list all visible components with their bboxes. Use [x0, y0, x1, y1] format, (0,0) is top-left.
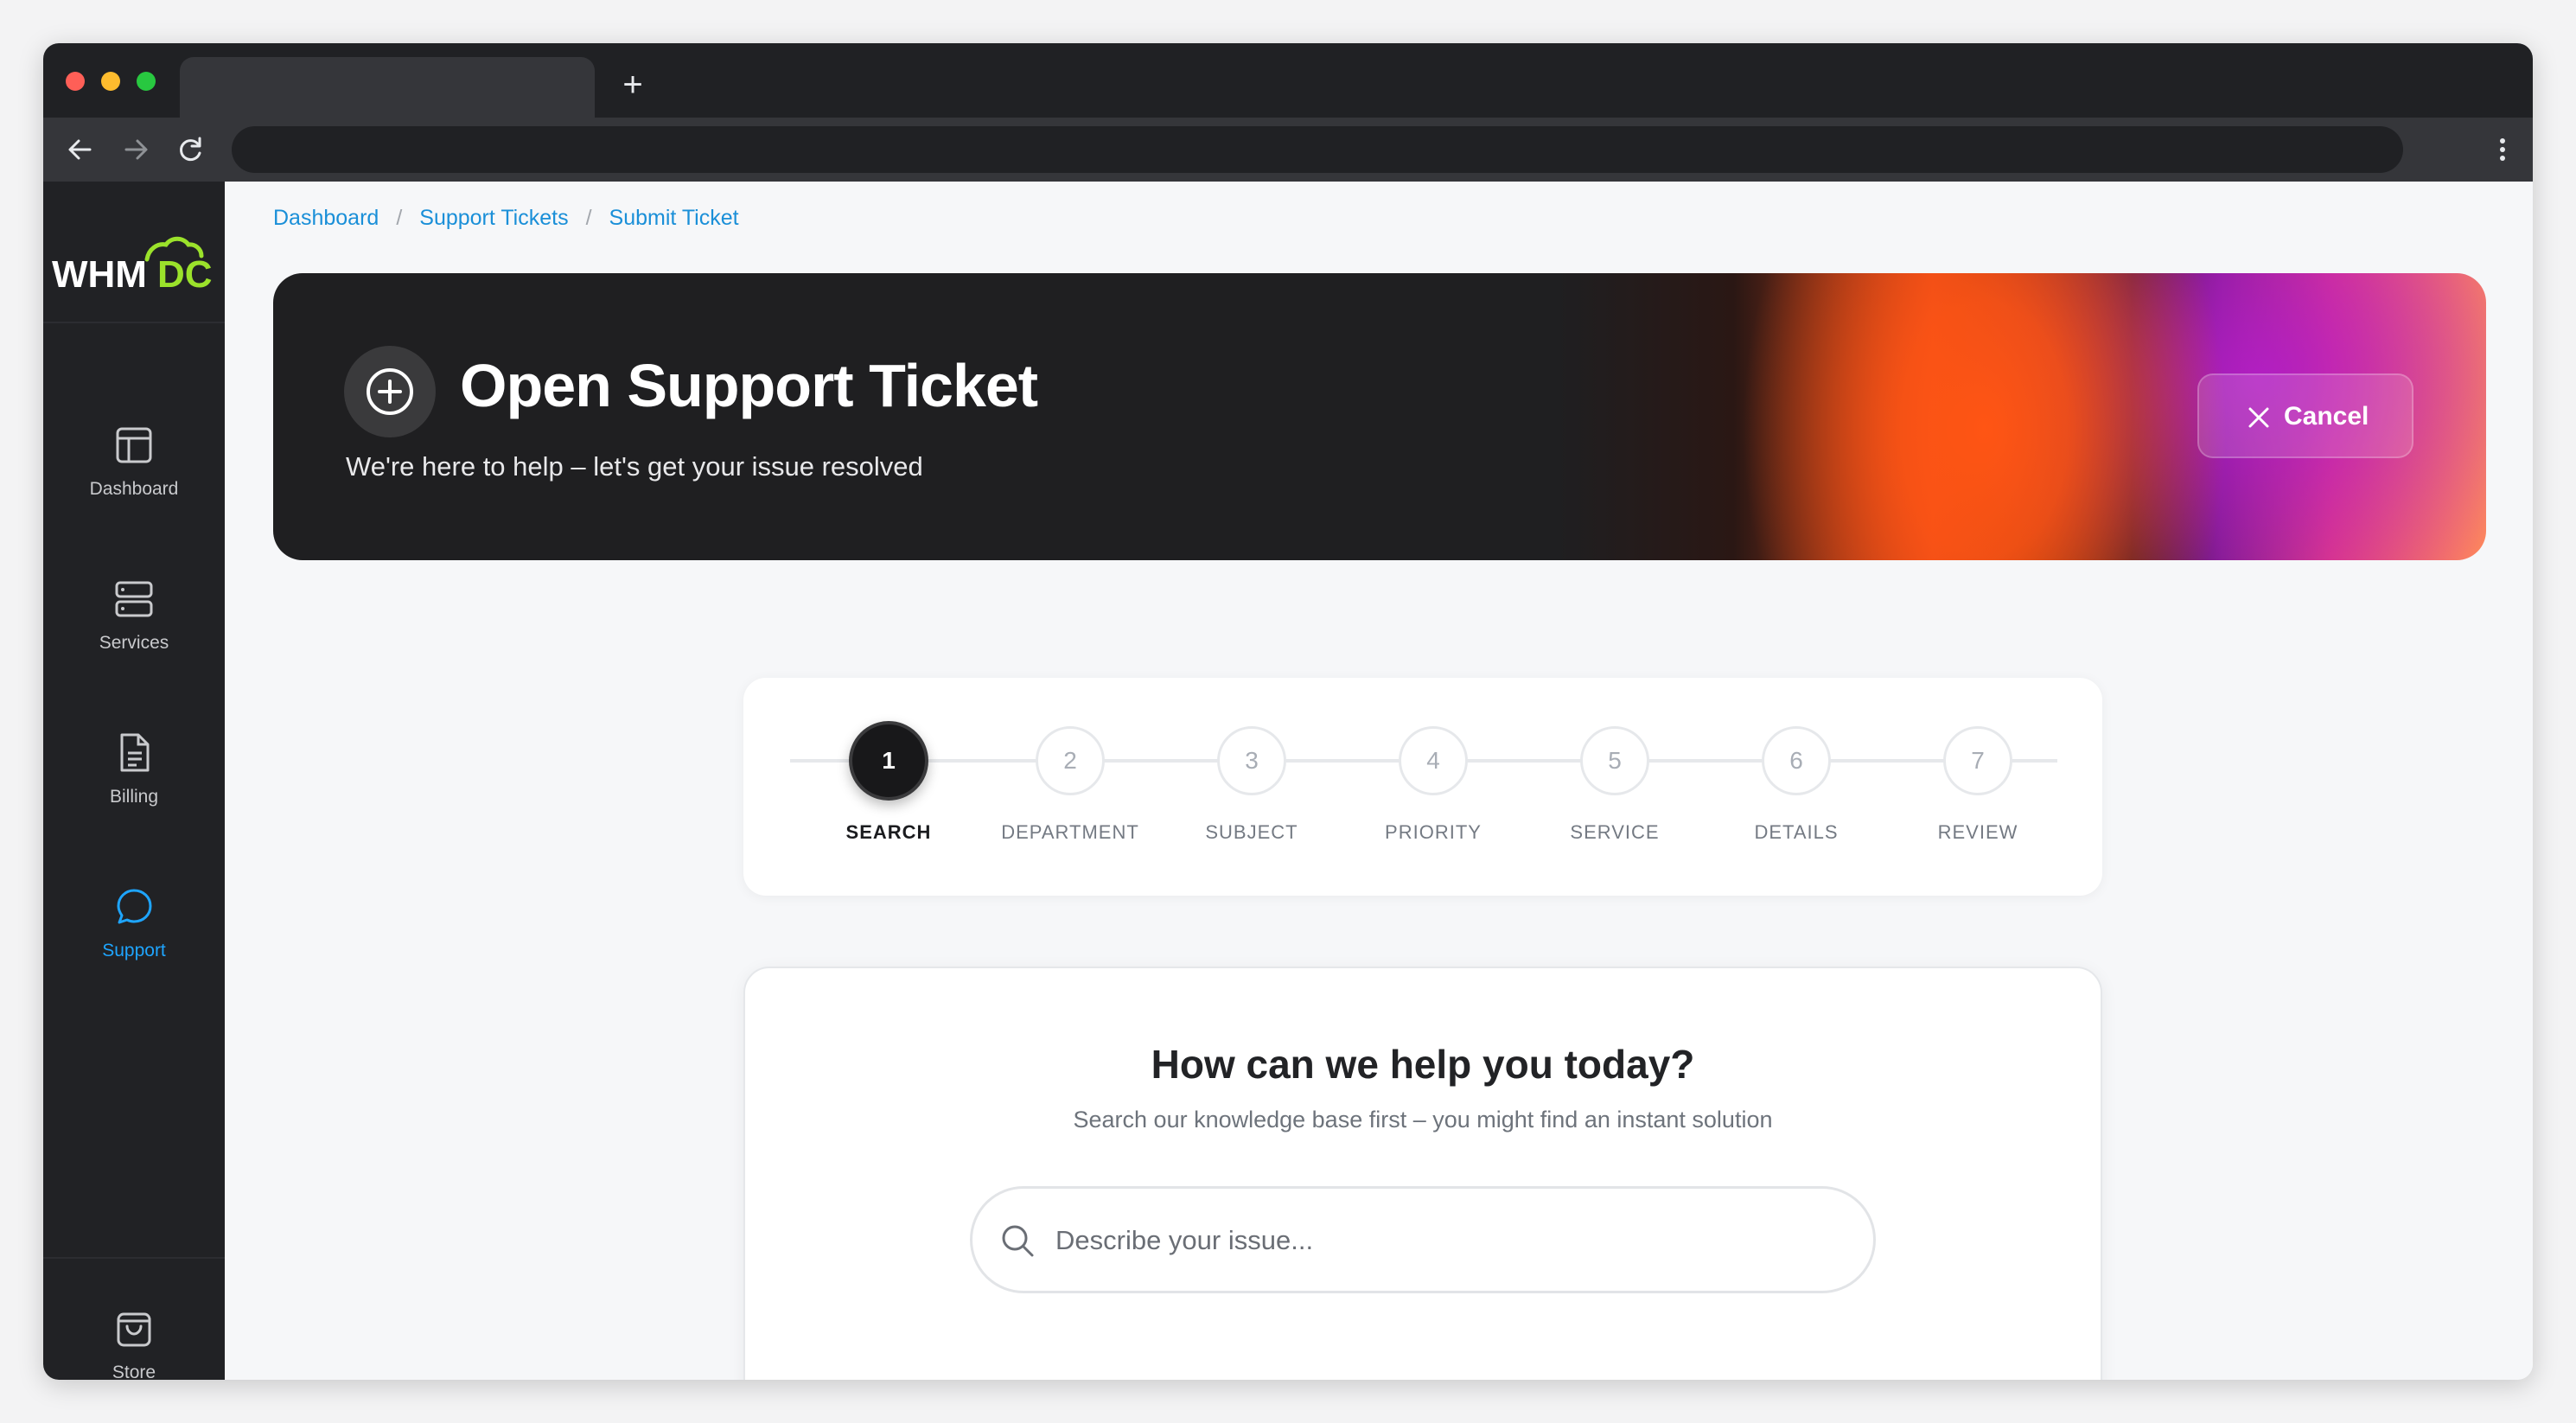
step-subject[interactable]: 3 SUBJECT: [1165, 678, 1338, 896]
sidebar-item-services[interactable]: Services: [43, 577, 225, 707]
logo-text-white: WHM: [52, 253, 147, 296]
ticket-stepper: 1 SEARCH 2 DEPARTMENT 3 SUBJECT 4 PRIORI…: [743, 678, 2102, 896]
step-label: REVIEW: [1937, 821, 2018, 843]
breadcrumb-current-submit-ticket[interactable]: Submit Ticket: [609, 206, 739, 231]
sidebar-item-dashboard[interactable]: Dashboard: [43, 424, 225, 553]
search-icon: [1002, 1225, 1034, 1257]
close-icon: [2248, 407, 2269, 428]
page-title: Open Support Ticket: [460, 352, 1038, 419]
step-search[interactable]: 1 SEARCH: [802, 678, 975, 896]
browser-tab[interactable]: [180, 57, 595, 118]
step-label: SUBJECT: [1205, 821, 1298, 843]
search-card: How can we help you today? Search our kn…: [743, 967, 2102, 1380]
main-content: Dashboard / Support Tickets / Submit Ticket …: [225, 182, 2533, 1380]
step-label: SERVICE: [1570, 821, 1660, 843]
sidebar-divider: [43, 322, 225, 323]
whmdc-logo[interactable]: WHM DC: [50, 230, 220, 299]
document-icon: [112, 731, 156, 775]
browser-toolbar: [43, 118, 2533, 182]
plus-icon[interactable]: +: [614, 66, 652, 104]
chat-bubble-icon: [112, 885, 156, 928]
sidebar-item-billing[interactable]: Billing: [43, 731, 225, 861]
breadcrumb-link-support-tickets[interactable]: Support Tickets: [419, 206, 568, 231]
breadcrumb-link-dashboard[interactable]: Dashboard: [273, 206, 379, 231]
sidebar-item-store[interactable]: Store: [43, 1307, 225, 1380]
layout-icon: [112, 424, 156, 467]
breadcrumb-separator: /: [396, 206, 403, 230]
step-number: 7: [1943, 726, 2012, 795]
step-review[interactable]: 7 REVIEW: [1891, 678, 2064, 896]
cancel-button-label: Cancel: [2284, 402, 2369, 431]
step-priority[interactable]: 4 PRIORITY: [1347, 678, 1520, 896]
step-label: PRIORITY: [1385, 821, 1482, 843]
sidebar-item-label: Services: [99, 633, 169, 653]
search-card-subtitle: Search our knowledge base first – you mi…: [1073, 1107, 1773, 1133]
step-service[interactable]: 5 SERVICE: [1528, 678, 1701, 896]
search-input[interactable]: [1055, 1206, 1833, 1275]
sidebar-item-label: Dashboard: [89, 479, 179, 499]
arrow-left-icon[interactable]: [59, 128, 102, 171]
step-details[interactable]: 6 DETAILS: [1710, 678, 1883, 896]
step-label: DEPARTMENT: [1001, 821, 1139, 843]
address-bar[interactable]: [232, 126, 2403, 173]
browser-window: + WHM DC Dashboard Services Billing Supp…: [43, 43, 2533, 1380]
arrow-right-icon[interactable]: [114, 128, 157, 171]
step-number: 5: [1580, 726, 1649, 795]
sidebar-item-label: Billing: [109, 787, 159, 807]
sidebar-divider: [43, 1257, 225, 1259]
logo-text-green: DC: [157, 253, 213, 296]
window-minimize-button[interactable]: [101, 72, 120, 91]
window-close-button[interactable]: [66, 72, 85, 91]
shopping-bag-icon: [112, 1307, 156, 1350]
cancel-button[interactable]: Cancel: [2197, 373, 2413, 458]
window-maximize-button[interactable]: [137, 72, 156, 91]
step-label: SEARCH: [845, 821, 932, 843]
sidebar-item-support[interactable]: Support: [43, 885, 225, 1015]
step-number: 1: [849, 721, 928, 801]
step-department[interactable]: 2 DEPARTMENT: [984, 678, 1157, 896]
sidebar: WHM DC Dashboard Services Billing Suppor…: [43, 182, 225, 1380]
step-number: 3: [1217, 726, 1286, 795]
step-number: 4: [1399, 726, 1468, 795]
search-card-title: How can we help you today?: [1151, 1042, 1695, 1087]
reload-icon[interactable]: [169, 128, 213, 171]
breadcrumb: Dashboard / Support Tickets / Submit Ticket: [273, 206, 739, 231]
sidebar-item-label: Support: [102, 941, 166, 960]
kebab-menu-icon[interactable]: [2490, 128, 2515, 171]
step-number: 2: [1036, 726, 1105, 795]
search-box[interactable]: [970, 1186, 1876, 1293]
step-label: DETAILS: [1754, 821, 1839, 843]
hero-banner: Open Support Ticket We're here to help –…: [273, 273, 2486, 560]
sidebar-item-label: Store: [112, 1362, 156, 1380]
step-number: 6: [1762, 726, 1831, 795]
server-icon: [112, 577, 156, 621]
breadcrumb-separator: /: [585, 206, 592, 230]
page-subtitle: We're here to help – let's get your issu…: [346, 451, 923, 482]
plus-circle-icon: [344, 346, 436, 437]
browser-titlebar: +: [43, 43, 2533, 118]
